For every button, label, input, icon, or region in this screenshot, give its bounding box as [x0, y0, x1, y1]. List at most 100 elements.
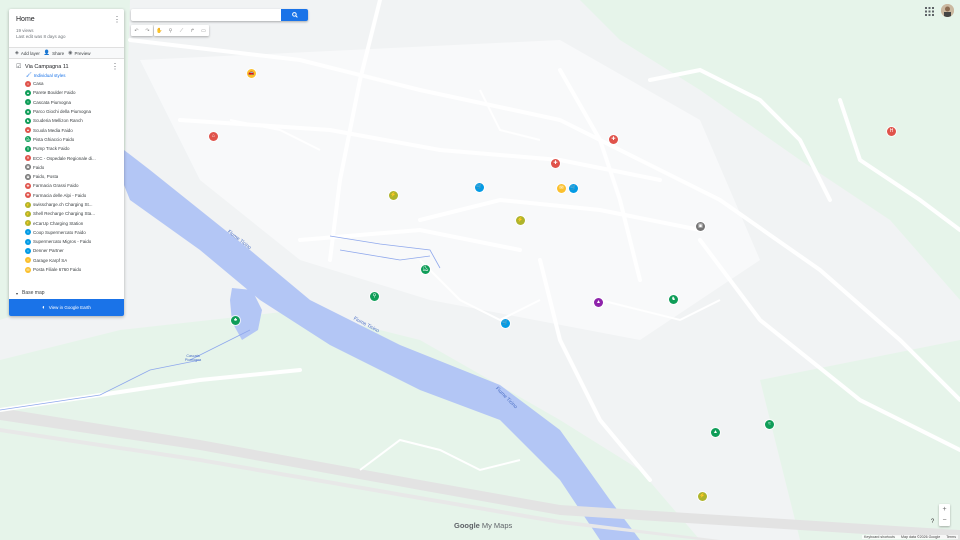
individual-styles-link[interactable]: 🖌 Individual styles [26, 72, 66, 78]
hand-icon[interactable]: ✋ [154, 25, 165, 36]
ruler-icon[interactable]: ▭ [198, 25, 209, 36]
avatar-icon [941, 4, 954, 17]
place-item[interactable]: ♞ Scuderia Mellizon Ranch [25, 116, 124, 125]
add-layer-button[interactable]: ◈ Add layer [15, 50, 40, 56]
place-item[interactable]: ▣ Faido [25, 163, 124, 172]
search-icon [291, 12, 298, 18]
place-item[interactable]: • Supermercato Migros - Faido [25, 237, 124, 246]
keyboard-shortcuts-link[interactable]: Keyboard shortcuts [864, 535, 895, 539]
base-map-toggle[interactable]: ▾ Base map [16, 290, 45, 296]
place-item[interactable]: ♣ Parco Giochi della Piumogna [25, 107, 124, 116]
search-input[interactable] [135, 11, 275, 19]
place-label: Parco Giochi della Piumogna [33, 109, 92, 115]
cart-icon[interactable]: 🛒 [569, 184, 578, 193]
account-avatar[interactable] [941, 4, 954, 17]
marker-icon[interactable]: ⚲ [165, 25, 176, 36]
add-layer-icon: ◈ [15, 50, 19, 56]
place-item[interactable]: ▲ Scuola Media Faido [25, 125, 124, 134]
map-footer: Keyboard shortcuts Map data ©2026 Google… [862, 535, 958, 539]
horse-icon: ♞ [25, 117, 31, 124]
bus-icon[interactable]: ▣ [696, 222, 705, 231]
bike-icon[interactable]: ⚲ [370, 292, 379, 301]
car-icon[interactable]: 🚗 [247, 69, 256, 78]
pharmacy-icon: ✚ [25, 182, 31, 189]
panel-actions: ◈ Add layer 👤 Share ◉ Preview [9, 47, 124, 59]
place-item[interactable]: ≈ Cascata Piumogna [25, 98, 124, 107]
home-icon[interactable]: ⌂ [209, 132, 218, 141]
undo-icon[interactable]: ↶ [131, 25, 142, 36]
zoom-in-button[interactable]: + [939, 504, 950, 515]
place-label: Faido [33, 164, 45, 170]
place-label: Cascata Piumogna [33, 99, 72, 105]
place-item[interactable]: ⚲ Pump Track Faido [25, 144, 124, 153]
place-item[interactable]: • Garage Karpf SA [25, 256, 124, 265]
preview-button[interactable]: ◉ Preview [68, 50, 90, 56]
layer-options-icon[interactable]: ⋮ [111, 62, 119, 71]
map-canvas[interactable] [0, 0, 960, 540]
place-item[interactable]: ✚ Farmacia Grassi Faido [25, 181, 124, 190]
map-toolbar: ↶ ↷ ✋ ⚲ ⟋ ↱ ▭ [131, 25, 209, 36]
help-button[interactable]: ? [928, 517, 937, 526]
climbing-icon[interactable]: ▲ [711, 428, 720, 437]
cart-icon[interactable]: 🛒 [475, 183, 484, 192]
place-label: Posta Filiale 6760 Faido [33, 267, 82, 273]
place-item[interactable]: H ECC - Ospedale Regionale di... [25, 153, 124, 162]
share-label: Share [52, 50, 65, 56]
paint-roller-icon: 🖌 [26, 72, 32, 77]
place-label: Scuderia Mellizon Ranch [33, 118, 83, 124]
pharmacy-icon[interactable]: ✚ [609, 135, 618, 144]
redo-icon[interactable]: ↷ [142, 25, 153, 36]
place-label: Faido, Posta [33, 174, 59, 180]
terms-link[interactable]: Terms [946, 535, 956, 539]
waterfall-label: Cascata Piumogna [184, 354, 202, 362]
place-item[interactable]: • Denner Partner [25, 246, 124, 255]
zoom-out-button[interactable]: − [939, 515, 950, 526]
place-item[interactable]: ⛸ Pista Ghiaccio Faido [25, 135, 124, 144]
share-icon: 👤 [43, 50, 51, 56]
school-icon[interactable]: ▲ [594, 298, 603, 307]
charging-icon[interactable]: ⚡ [698, 492, 707, 501]
map-title[interactable]: Home [16, 15, 117, 25]
cart-icon[interactable]: 🛒 [501, 319, 510, 328]
charging-icon[interactable]: ⚡ [516, 216, 525, 225]
hospital-icon[interactable]: H [887, 127, 896, 136]
pharmacy-icon[interactable]: ✚ [551, 159, 560, 168]
draw-line-icon[interactable]: ⟋ [176, 25, 187, 36]
place-item[interactable]: ✚ Farmacia delle Alpi - Faido [25, 191, 124, 200]
place-label: Garage Karpf SA [33, 257, 68, 263]
place-item[interactable]: ⌂ Casa [25, 79, 124, 88]
waterfall-icon[interactable]: ≈ [765, 420, 774, 429]
car-icon: • [25, 257, 31, 264]
layer-style-label: Individual styles [33, 72, 66, 78]
charging-icon[interactable]: ⚡ [389, 191, 398, 200]
mail-icon[interactable]: ✉ [557, 184, 566, 193]
place-label: ECC - Ospedale Regionale di... [33, 155, 96, 161]
eye-icon: ◉ [68, 50, 73, 56]
place-item[interactable]: • Coop Supermercato Faido [25, 228, 124, 237]
place-label: Casa [33, 81, 44, 87]
place-item[interactable]: ⚡ swisscharge.ch Charging St... [25, 200, 124, 209]
place-item[interactable]: ▲ Parete Boulder Faido [25, 88, 124, 97]
place-item[interactable]: ⚡ eCarUp Charging Station [25, 218, 124, 227]
places-list: ⌂ Casa ▲ Parete Boulder Faido ≈ Cascata Piumo… [9, 77, 124, 274]
view-in-google-earth-button[interactable]: ◐ View in Google Earth [9, 299, 124, 316]
place-label: Pista Ghiaccio Faido [33, 136, 75, 142]
skating-icon[interactable]: ⛸ [421, 265, 430, 274]
search-button[interactable] [281, 9, 308, 21]
playground-icon[interactable]: ♣ [231, 316, 240, 325]
horse-icon[interactable]: ♞ [669, 295, 678, 304]
place-item[interactable]: ✉ Posta Filiale 6760 Faido [25, 265, 124, 274]
share-button[interactable]: 👤 Share [44, 50, 64, 56]
directions-icon[interactable]: ↱ [187, 25, 198, 36]
drawing-tools: ✋ ⚲ ⟋ ↱ ▭ [154, 25, 209, 36]
preview-label: Preview [74, 50, 91, 56]
apps-grid-icon[interactable] [925, 7, 934, 16]
layer-checkbox[interactable]: ☑ [16, 64, 22, 70]
place-item[interactable]: ▣ Faido, Posta [25, 172, 124, 181]
more-options-icon[interactable]: ⋮ [113, 15, 121, 24]
place-item[interactable]: ⚡ Shell Recharge Charging Sta... [25, 209, 124, 218]
place-label: Shell Recharge Charging Sta... [33, 211, 96, 217]
waterfall-icon: ≈ [25, 99, 31, 106]
layer-name[interactable]: Via Campagna 11 [25, 64, 69, 70]
hospital-icon: H [25, 155, 31, 162]
